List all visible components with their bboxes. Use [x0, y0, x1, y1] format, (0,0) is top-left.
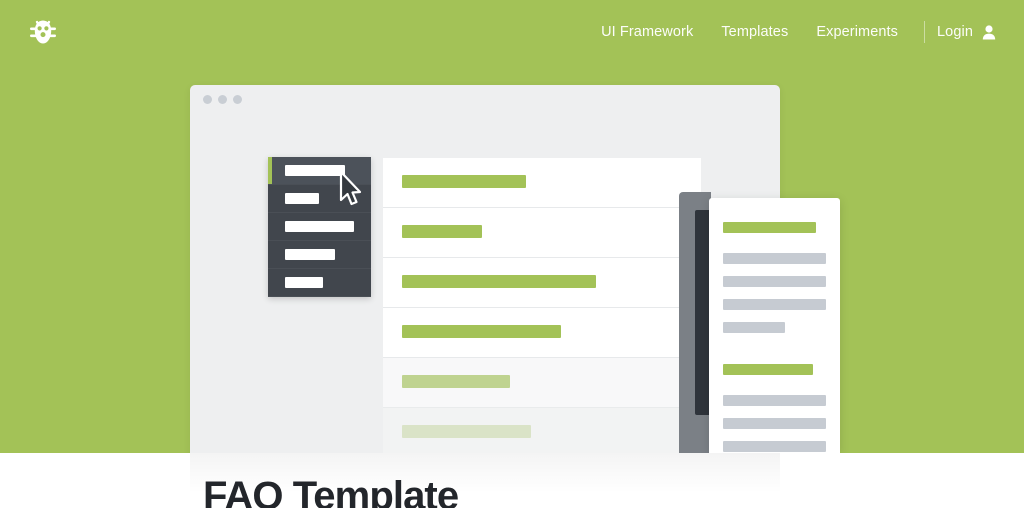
- dropdown-item-label-bar: [285, 277, 323, 288]
- dropdown-menu-item[interactable]: [268, 241, 371, 269]
- tablet-text-bar: [723, 322, 785, 333]
- tablet-screen: [709, 198, 840, 453]
- nav-links: UI Framework Templates Experiments Login: [587, 0, 1000, 64]
- tablet-text-bar: [723, 276, 826, 287]
- faq-row-title-bar: [402, 175, 526, 188]
- page-root: FAQ Template UI Framework Templates Expe…: [0, 0, 1024, 508]
- browser-titlebar: [190, 85, 780, 118]
- window-dot-close: [203, 95, 212, 104]
- nav-item-templates[interactable]: Templates: [707, 25, 802, 40]
- top-navigation-bar: UI Framework Templates Experiments Login: [0, 0, 1024, 64]
- faq-row[interactable]: [383, 158, 701, 208]
- faq-row-title-bar: [402, 225, 482, 238]
- faq-row-list: [383, 158, 701, 453]
- tablet-heading-bar: [723, 364, 813, 375]
- tablet-inner-bar: [695, 210, 709, 415]
- faq-row[interactable]: [383, 258, 701, 308]
- dropdown-menu-item[interactable]: [268, 269, 371, 297]
- bug-icon[interactable]: [24, 13, 62, 51]
- faq-row-title-bar: [402, 375, 510, 388]
- faq-row[interactable]: [383, 408, 701, 453]
- faq-row[interactable]: [383, 308, 701, 358]
- hero-section: [0, 0, 1024, 453]
- tablet-text-bar: [723, 418, 826, 429]
- content-section: [0, 453, 1024, 508]
- window-dot-maximize: [233, 95, 242, 104]
- dropdown-item-label-bar: [285, 249, 335, 260]
- faq-row-title-bar: [402, 325, 561, 338]
- tablet-text-bar: [723, 253, 826, 264]
- nav-item-ui-framework[interactable]: UI Framework: [587, 25, 707, 40]
- page-title: FAQ Template: [203, 474, 459, 508]
- dropdown-item-label-bar: [285, 193, 319, 204]
- dropdown-item-label-bar: [285, 165, 345, 176]
- faq-row[interactable]: [383, 208, 701, 258]
- faq-row[interactable]: [383, 358, 701, 408]
- dropdown-item-label-bar: [285, 221, 354, 232]
- faq-row-title-bar: [402, 425, 531, 438]
- dropdown-menu-item[interactable]: [268, 213, 371, 241]
- user-icon: [982, 24, 996, 40]
- faq-row-title-bar: [402, 275, 596, 288]
- nav-divider: [924, 21, 926, 43]
- login-link[interactable]: Login: [937, 25, 973, 40]
- tablet-text-bar: [723, 441, 826, 452]
- tablet-text-bar: [723, 395, 826, 406]
- arrow-cursor-icon: [338, 170, 364, 208]
- tablet-mock: [679, 192, 840, 453]
- window-dot-minimize: [218, 95, 227, 104]
- login-group[interactable]: Login: [937, 25, 1000, 40]
- tablet-heading-bar: [723, 222, 816, 233]
- tablet-text-bar: [723, 299, 826, 310]
- nav-item-experiments[interactable]: Experiments: [802, 25, 912, 40]
